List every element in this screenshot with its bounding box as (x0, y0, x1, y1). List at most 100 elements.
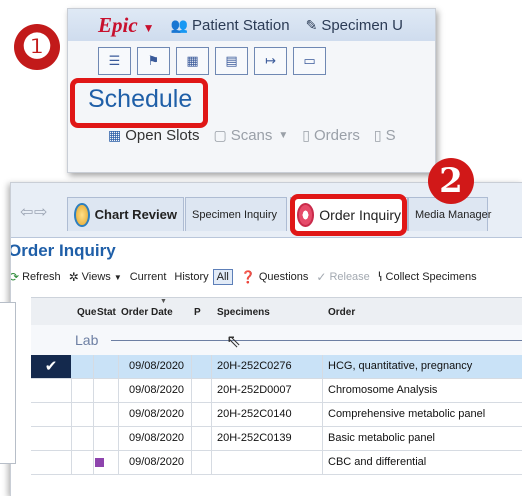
group-row-lab[interactable]: Lab (31, 325, 522, 355)
open-slots-button[interactable]: ▦ Open Slots (108, 127, 199, 144)
export-icon[interactable]: ↦ (254, 47, 287, 75)
collect-specimens-button[interactable]: ꝇ Collect Specimens (378, 270, 477, 284)
schedule-icon-toolbar: ☰ ⚑ ▦ ▤ ↦ ▭ (98, 47, 326, 75)
refresh-icon: ⟳ (10, 270, 20, 284)
order-cell: HCG, quantitative, pregnancy (328, 360, 473, 372)
column-divider (118, 355, 119, 378)
open-slots-label: Open Slots (125, 127, 200, 144)
checkmark-icon[interactable]: ✔ (31, 355, 71, 378)
order-cell: Chromosome Analysis (328, 384, 438, 396)
current-button[interactable]: Current (130, 271, 167, 283)
column-header-order[interactable]: Order (328, 307, 355, 318)
patient-station-button[interactable]: 👥 Patient Station (171, 17, 290, 34)
order-date-cell: 09/08/2020 (129, 456, 185, 468)
column-divider (71, 403, 72, 426)
background-window-edge (0, 302, 16, 464)
order-inquiry-toolbar: ⟳ Refresh ✲ Views ▼ Current History All ❓ Qu… (10, 269, 485, 285)
message-icon[interactable]: ▭ (293, 47, 326, 75)
column-divider (322, 427, 323, 450)
column-divider (118, 427, 119, 450)
specimen-button[interactable]: ✎ Specimen U (306, 17, 403, 34)
specimen-label: Specimen U (321, 16, 404, 34)
order-date-cell: 09/08/2020 (129, 360, 185, 372)
step-two-badge: 2 (428, 158, 474, 204)
tab-chart-review-label: Chart Review (94, 207, 177, 222)
column-header-que[interactable]: Que (77, 307, 96, 318)
forward-arrow-icon[interactable]: ⇨ (34, 202, 47, 222)
order-inquiry-panel: ⇦ ⇨ Chart Review Specimen Inquiry Order … (10, 182, 522, 496)
step-one-badge: ❶ (14, 24, 60, 70)
all-button[interactable]: All (212, 269, 233, 285)
column-divider (118, 451, 119, 474)
chevron-down-icon: ▼ (278, 130, 289, 141)
group-label: Lab (75, 332, 99, 348)
table-row[interactable]: 09/08/2020 CBC and differential (31, 451, 522, 475)
column-divider (118, 379, 119, 402)
chevron-down-icon: ▼ (142, 20, 155, 35)
table-row[interactable]: 09/08/2020 20H-252C0139 Basic metabolic … (31, 427, 522, 451)
orders-table-header: Que Stat ▼ Order Date P Specimens Order (31, 297, 522, 327)
table-row[interactable]: 09/08/2020 20H-252C0140 Comprehensive me… (31, 403, 522, 427)
column-divider (93, 379, 94, 402)
tab-media-manager-label: Media Manager (415, 208, 492, 221)
tab-chart-review[interactable]: Chart Review (67, 197, 184, 231)
grid-icon: ▦ (108, 127, 122, 143)
status-indicator-icon (95, 458, 104, 467)
patient-station-icon: 👥 (170, 16, 188, 33)
order-cell: CBC and differential (328, 456, 427, 468)
order-cell: Comprehensive metabolic panel (328, 408, 486, 420)
tube-icon: ꝇ (377, 270, 383, 284)
column-header-stat[interactable]: Stat (97, 307, 116, 318)
column-header-specimens[interactable]: Specimens (217, 307, 270, 318)
column-header-order-date[interactable]: Order Date (121, 307, 173, 318)
checkmark-icon: ✓ (316, 270, 327, 284)
column-divider (191, 355, 192, 378)
epic-top-bar: Epic ▼ 👥 Patient Station ✎ Specimen U (68, 9, 435, 41)
specimen-cell: 20H-252D0007 (217, 384, 292, 396)
refresh-button[interactable]: ⟳ Refresh (10, 270, 61, 284)
column-divider (93, 427, 94, 450)
epic-menu-button[interactable]: Epic ▼ (98, 13, 155, 38)
flag-icon[interactable]: ⚑ (137, 47, 170, 75)
calendar-icon[interactable]: ▦ (176, 47, 209, 75)
order-date-cell: 09/08/2020 (129, 432, 185, 444)
orders-label: Orders (314, 127, 360, 144)
scan-icon: ▢ (213, 127, 227, 143)
tab-specimen-inquiry[interactable]: Specimen Inquiry (185, 197, 287, 231)
column-divider (191, 427, 192, 450)
history-button[interactable]: History (174, 271, 208, 283)
specimen-cell: 20H-252C0140 (217, 408, 292, 420)
column-divider (211, 403, 212, 426)
column-divider (322, 403, 323, 426)
list-icon[interactable]: ☰ (98, 47, 131, 75)
table-row[interactable]: ✔ 09/08/2020 20H-252C0276 HCG, quantitat… (31, 355, 522, 379)
column-header-priority[interactable]: P (194, 307, 201, 318)
back-arrow-icon[interactable]: ⇦ (20, 202, 33, 222)
column-divider (322, 379, 323, 402)
patient-station-label: Patient Station (192, 16, 290, 34)
views-button[interactable]: ✲ Views ▼ (69, 270, 122, 284)
chevron-down-icon: ▼ (113, 272, 122, 282)
chart-icon[interactable]: ▤ (215, 47, 248, 75)
orders-button[interactable]: ▯ Orders (302, 127, 360, 144)
scans-button[interactable]: ▢ Scans ▼ (213, 127, 288, 144)
column-divider (322, 451, 323, 474)
step-two-number: 2 (439, 161, 463, 201)
order-inquiry-highlight-box (290, 194, 407, 236)
chart-review-icon (74, 202, 90, 227)
truncated-button[interactable]: ▯ S (374, 127, 396, 144)
scans-label: Scans (230, 127, 273, 144)
questions-button[interactable]: ❓ Questions (241, 270, 308, 284)
release-button[interactable]: ✓ Release (316, 270, 369, 284)
views-icon: ✲ (68, 270, 79, 284)
column-divider (118, 403, 119, 426)
column-divider (191, 379, 192, 402)
sort-caret-icon: ▼ (160, 298, 167, 305)
column-divider (191, 403, 192, 426)
step-one-number: ❶ (21, 27, 53, 67)
column-divider (93, 451, 94, 474)
release-label: Release (329, 271, 370, 283)
schedule-highlight-box (70, 78, 208, 128)
column-divider (71, 379, 72, 402)
table-row[interactable]: 09/08/2020 20H-252D0007 Chromosome Analy… (31, 379, 522, 403)
